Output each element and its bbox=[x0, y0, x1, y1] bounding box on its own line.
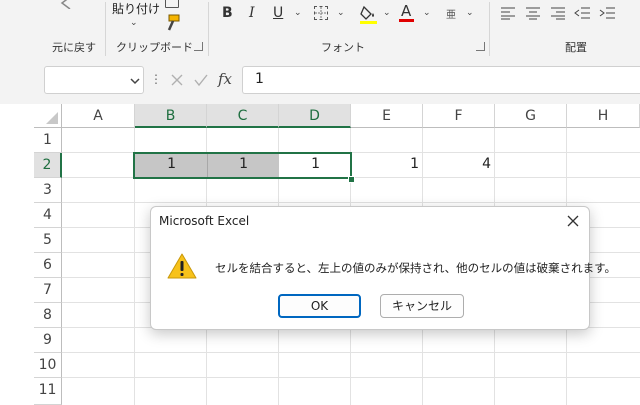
cancel-icon[interactable] bbox=[170, 73, 184, 87]
column-header-g[interactable]: G bbox=[495, 104, 567, 128]
font-dialog-launcher[interactable] bbox=[476, 42, 485, 51]
close-icon bbox=[567, 215, 579, 227]
fill-color-dropdown-icon[interactable]: ⌄ bbox=[383, 8, 391, 18]
underline-button[interactable]: U bbox=[273, 5, 283, 21]
column-header-a[interactable]: A bbox=[62, 104, 135, 128]
phonetic-guide-button[interactable]: 亜 bbox=[446, 6, 456, 21]
align-left-icon[interactable] bbox=[500, 6, 516, 20]
row-header-7[interactable]: 7 bbox=[34, 278, 62, 303]
column-header-d[interactable]: D bbox=[279, 104, 351, 128]
font-color-button[interactable]: A bbox=[401, 2, 411, 20]
bold-button[interactable]: B bbox=[222, 5, 233, 21]
font-group-label: フォント bbox=[321, 41, 365, 54]
format-painter-icon[interactable] bbox=[163, 14, 181, 32]
dialog-title: Microsoft Excel bbox=[159, 214, 250, 228]
alignment-group-label: 配置 bbox=[565, 41, 587, 54]
cell-c2[interactable]: 1 bbox=[207, 156, 248, 172]
ok-button[interactable]: OK bbox=[278, 294, 361, 318]
ribbon: 元に戻す 貼り付け ⌄ クリップボード B I U ⌄ ⌄ ⌄ A ⌄ 亜 ⌄ … bbox=[0, 0, 640, 63]
fill-color-icon[interactable] bbox=[359, 3, 379, 25]
undo-icon bbox=[60, 0, 71, 10]
font-color-swatch bbox=[399, 19, 414, 22]
row-header-4[interactable]: 4 bbox=[34, 203, 62, 228]
column-header-h[interactable]: H bbox=[567, 104, 640, 128]
italic-button[interactable]: I bbox=[249, 5, 255, 21]
dialog-close-button[interactable] bbox=[559, 209, 587, 233]
column-header-e[interactable]: E bbox=[351, 104, 423, 128]
ribbon-separator bbox=[489, 2, 490, 56]
row-header-10[interactable]: 10 bbox=[34, 353, 62, 378]
select-all-button[interactable] bbox=[34, 104, 62, 128]
clipboard-dialog-launcher[interactable] bbox=[194, 42, 203, 51]
decrease-indent-icon[interactable] bbox=[573, 6, 591, 20]
paste-dropdown-icon[interactable]: ⌄ bbox=[130, 18, 138, 28]
row-header-5[interactable]: 5 bbox=[34, 228, 62, 253]
borders-dropdown-icon[interactable]: ⌄ bbox=[337, 8, 345, 18]
phonetic-dropdown-icon[interactable]: ⌄ bbox=[466, 8, 474, 18]
borders-button[interactable] bbox=[314, 6, 328, 20]
ribbon-separator bbox=[208, 2, 209, 56]
chevron-down-icon[interactable] bbox=[129, 76, 141, 86]
formula-input[interactable]: 1 bbox=[242, 66, 640, 94]
borders-icon bbox=[315, 7, 327, 19]
enter-icon[interactable] bbox=[194, 73, 208, 87]
dialog-message: セルを結合すると、左上の値のみが保持され、他のセルの値は破棄されます。 bbox=[215, 261, 617, 275]
copy-icon[interactable] bbox=[165, 0, 179, 8]
cell-d2[interactable]: 1 bbox=[279, 156, 320, 172]
column-header-c[interactable]: C bbox=[207, 104, 279, 128]
row-header-1[interactable]: 1 bbox=[34, 128, 62, 153]
formula-bar-splitter-icon[interactable]: ⋮ bbox=[150, 72, 162, 86]
increase-indent-icon[interactable] bbox=[598, 6, 616, 20]
cell-f2[interactable]: 4 bbox=[423, 156, 491, 172]
cell-b2[interactable]: 1 bbox=[135, 156, 176, 172]
row-header-11[interactable]: 11 bbox=[34, 378, 62, 405]
font-color-dropdown-icon[interactable]: ⌄ bbox=[423, 8, 431, 18]
underline-dropdown-icon[interactable]: ⌄ bbox=[294, 8, 302, 18]
paste-button[interactable]: 貼り付け bbox=[112, 0, 160, 17]
warning-icon bbox=[167, 253, 197, 279]
cancel-button[interactable]: キャンセル bbox=[380, 294, 464, 318]
undo-button[interactable] bbox=[56, 0, 76, 10]
clipboard-group-label: クリップボード bbox=[116, 41, 193, 54]
cell-e2[interactable]: 1 bbox=[351, 156, 419, 172]
align-right-icon[interactable] bbox=[550, 6, 566, 20]
row-header-2[interactable]: 2 bbox=[34, 153, 62, 178]
column-header-f[interactable]: F bbox=[423, 104, 495, 128]
row-header-6[interactable]: 6 bbox=[34, 253, 62, 278]
row-header-9[interactable]: 9 bbox=[34, 328, 62, 353]
fill-handle[interactable] bbox=[348, 176, 355, 183]
row-header-3[interactable]: 3 bbox=[34, 178, 62, 203]
select-all-icon bbox=[46, 112, 58, 124]
left-edge bbox=[0, 104, 34, 405]
row-header-8[interactable]: 8 bbox=[34, 303, 62, 328]
align-center-icon[interactable] bbox=[525, 6, 541, 20]
ribbon-separator bbox=[105, 2, 106, 56]
insert-function-button[interactable]: fx bbox=[218, 70, 232, 88]
formula-value: 1 bbox=[255, 71, 264, 87]
column-header-b[interactable]: B bbox=[135, 104, 207, 128]
undo-group-label: 元に戻す bbox=[52, 41, 96, 54]
name-box[interactable] bbox=[44, 66, 144, 94]
merge-warning-dialog: Microsoft Excel セルを結合すると、左上の値のみが保持され、他のセ… bbox=[150, 206, 616, 330]
